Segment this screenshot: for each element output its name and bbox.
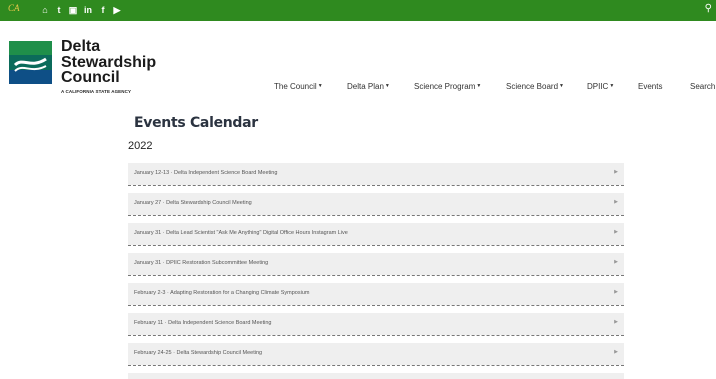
event-label: February 24-25 · Delta Stewardship Counc… [134, 350, 263, 356]
caret-down-icon: ▼ [559, 83, 564, 89]
event-row[interactable]: January 27 · Delta Stewardship Council M… [128, 193, 624, 215]
event-row[interactable]: January 12-13 · Delta Independent Scienc… [128, 163, 624, 185]
top-bar: CA ⌂ t ▣ in f ▶ ⚲ [0, 0, 716, 21]
chevron-right-icon: ▶ [614, 229, 618, 235]
event-row[interactable]: February 2-3 · Adapting Restoration for … [128, 283, 624, 305]
facebook-icon[interactable]: f [98, 4, 108, 16]
event-label: January 31 · DPIIC Restoration Subcommit… [134, 260, 269, 266]
event-label: January 31 · Delta Lead Scientist "Ask M… [134, 230, 348, 236]
event-row[interactable]: February 11 · Delta Independent Science … [128, 313, 624, 335]
chevron-right-icon: ▶ [614, 319, 618, 325]
nav-the-council[interactable]: The Council▼ [274, 82, 323, 91]
nav-label: Delta Plan [347, 82, 384, 91]
page-title: Events Calendar [134, 115, 258, 131]
chevron-right-icon: ▶ [614, 199, 618, 205]
nav-science-board[interactable]: Science Board▼ [506, 82, 564, 91]
event-label: February 11 · Delta Independent Science … [134, 320, 272, 326]
event-row[interactable]: January 31 · DPIIC Restoration Subcommit… [128, 253, 624, 275]
event-row[interactable]: February 24-25 · Delta Stewardship Counc… [128, 343, 624, 365]
row-divider [128, 185, 624, 186]
year-heading: 2022 [128, 140, 153, 152]
search-icon[interactable]: ⚲ [705, 3, 712, 14]
row-divider [128, 335, 624, 336]
nav-delta-plan[interactable]: Delta Plan▼ [347, 82, 390, 91]
caret-down-icon: ▼ [384, 83, 390, 89]
nav-dpiic[interactable]: DPIIC▼ [587, 82, 614, 91]
event-label: February 2-3 · Adapting Restoration for … [134, 290, 310, 296]
site-name-line: Delta [61, 38, 101, 55]
nav-label: Search [690, 82, 716, 91]
linkedin-icon[interactable]: in [83, 4, 93, 16]
row-divider [128, 275, 624, 276]
nav-science-program[interactable]: Science Program▼ [414, 82, 481, 91]
nav-label: Science Program [414, 82, 476, 91]
event-label: January 12-13 · Delta Independent Scienc… [134, 170, 278, 176]
row-divider [128, 365, 624, 366]
site-name[interactable]: Delta Stewardship Council [61, 39, 156, 86]
site-name-line: Council [61, 69, 120, 86]
council-logo-icon[interactable] [9, 41, 52, 84]
caret-down-icon: ▼ [476, 83, 482, 89]
agency-tagline: A CALIFORNIA STATE AGENCY [61, 89, 132, 94]
twitter-icon[interactable]: t [54, 4, 64, 16]
home-icon[interactable]: ⌂ [40, 4, 50, 16]
chevron-right-icon: ▶ [614, 349, 618, 355]
event-row[interactable]: January 31 · Delta Lead Scientist "Ask M… [128, 223, 624, 245]
chevron-right-icon: ▶ [614, 259, 618, 265]
row-divider [128, 305, 624, 306]
instagram-icon[interactable]: ▣ [68, 4, 78, 16]
chevron-right-icon: ▶ [614, 169, 618, 175]
ca-gov-logo[interactable]: CA [8, 3, 28, 17]
nav-search[interactable]: Search [690, 82, 715, 91]
row-divider [128, 245, 624, 246]
nav-label: Science Board [506, 82, 559, 91]
caret-down-icon: ▼ [609, 83, 615, 89]
chevron-right-icon: ▶ [614, 289, 618, 295]
event-row-partial[interactable] [128, 373, 624, 379]
row-divider [128, 215, 624, 216]
nav-label: DPIIC [587, 82, 609, 91]
event-label: January 27 · Delta Stewardship Council M… [134, 200, 252, 206]
nav-events[interactable]: Events [638, 82, 662, 91]
nav-label: Events [638, 82, 663, 91]
caret-down-icon: ▼ [317, 83, 323, 89]
youtube-icon[interactable]: ▶ [112, 4, 122, 16]
site-name-line: Stewardship [61, 53, 157, 71]
nav-label: The Council [274, 82, 317, 91]
